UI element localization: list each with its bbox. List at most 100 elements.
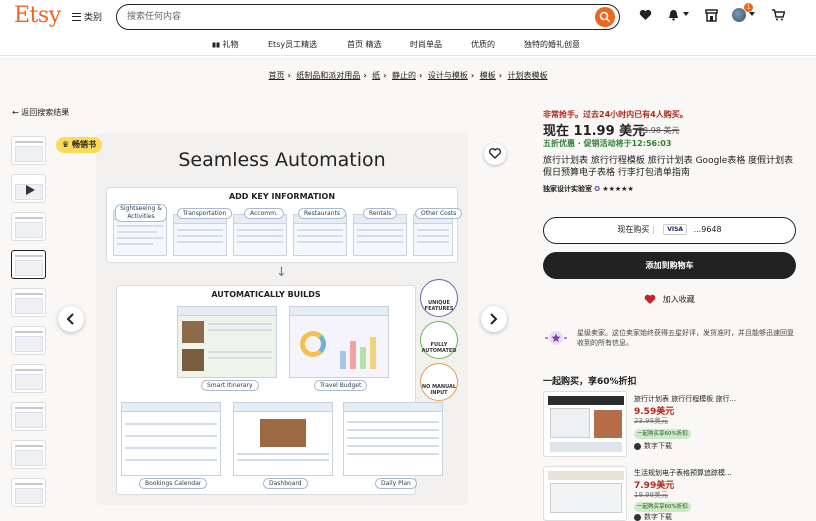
image-section-heading: AUTOMATICALLY BUILDS <box>211 290 321 299</box>
current-price: 现在 11.99 美元 <box>543 124 646 139</box>
original-price: 23.98 美元 <box>638 126 680 135</box>
buy-now-button[interactable]: 现在购买 | VISA ...9648 <box>543 217 796 244</box>
gallery-thumbnail[interactable] <box>11 364 46 393</box>
gallery-thumbnail[interactable] <box>11 478 46 507</box>
heart-icon <box>644 294 656 304</box>
chevron-down-icon <box>683 12 689 16</box>
image-label: Daily Plan <box>375 478 417 489</box>
bundle-item-title[interactable]: 旅行计划表 旅行行程模板 旅行... <box>634 394 794 404</box>
bundle-item-tag: 一起购买享60%折扣 <box>634 429 691 439</box>
breadcrumb-item[interactable]: 设计与模板 <box>428 71 468 80</box>
breadcrumb-item[interactable]: 首页 <box>268 71 284 80</box>
image-itinerary-preview <box>177 306 277 378</box>
image-label: Rentals <box>363 208 398 219</box>
star-seller-note: 星级卖家。这位卖家始终获得五星好评，发货准时，并且能够迅速回复收到的所有信息。 <box>577 329 794 347</box>
image-label: Dashboard <box>263 478 308 489</box>
nav-home-picks[interactable]: 首页 精选 <box>347 39 382 50</box>
gallery-thumbnail[interactable] <box>11 440 46 469</box>
nav-etsy-picks[interactable]: Etsy员工精选 <box>268 39 317 50</box>
image-panel-auto-builds: AUTOMATICALLY BUILDS Smart Itinerary Tra… <box>116 285 443 495</box>
nav-wedding[interactable]: 独特的婚礼创意 <box>524 39 580 50</box>
breadcrumb-item[interactable]: 计划表模板 <box>508 71 548 80</box>
image-label: Bookings Calendar <box>139 478 208 489</box>
feature-unique-badge: UNIQUE FEATURES <box>420 279 458 317</box>
nav-gifts[interactable]: 礼物 <box>212 39 239 50</box>
prev-image-button[interactable] <box>58 306 84 332</box>
etsy-logo[interactable]: Etsy <box>14 3 61 28</box>
header: Etsy 类别 1 <box>0 0 816 34</box>
chevron-right-icon <box>490 313 498 325</box>
bundle-item-tag: 一起购买享60%折扣 <box>634 502 691 512</box>
categories-button[interactable]: 类别 <box>72 10 102 23</box>
download-icon <box>634 442 641 450</box>
gallery-thumbnail[interactable] <box>11 212 46 241</box>
breadcrumb: 首页 › 纸制品和派对用品 › 纸 › 静止的 › 设计与模板 › 模板 › 计划表模板 <box>268 71 548 80</box>
shop-manager-icon[interactable] <box>705 9 718 22</box>
search-bar <box>116 4 620 30</box>
gallery-thumbnail[interactable] <box>11 136 46 165</box>
categories-label: 类别 <box>84 13 103 23</box>
image-label: Sightseeing & Activities <box>115 204 167 222</box>
shop-info: 独家设计实验室 ✪ ★★★★★ <box>543 184 634 194</box>
menu-icon <box>72 12 81 21</box>
rating-stars[interactable]: ★★★★★ <box>602 185 633 193</box>
chevron-left-icon <box>66 313 74 325</box>
next-image-button[interactable] <box>481 306 507 332</box>
back-to-results-link[interactable]: ← 返回搜索结果 <box>12 107 69 118</box>
notifications-bell-icon[interactable] <box>667 9 680 21</box>
breadcrumb-item[interactable]: 纸制品和派对用品 <box>296 71 360 80</box>
urgency-notice: 非常抢手。过去24小时内已有4人购买。 <box>543 110 688 119</box>
image-panel-key-info: ADD KEY INFORMATION Sightseeing & Activi… <box>106 187 463 263</box>
favorite-image-button[interactable] <box>484 143 506 165</box>
image-label: Travel Budget <box>314 380 368 391</box>
bestseller-badge: ♛ 畅销书 <box>56 137 102 153</box>
feature-automated-badge: FULLY AUTOMATED <box>420 321 458 359</box>
bundle-item-old-price: 23.98美元 <box>634 417 669 425</box>
bundle-item-type: 数字下载 <box>634 441 672 451</box>
feature-no-input-badge: NO MANUAL INPUT <box>420 363 458 401</box>
nav-premium[interactable]: 优质的 <box>471 39 495 50</box>
arrow-left-icon: ← <box>12 108 19 117</box>
down-arrow-icon: ↓ <box>276 265 287 280</box>
add-to-cart-button[interactable]: 添加到购物车 <box>543 252 796 279</box>
image-label: Other Costs <box>415 208 463 219</box>
image-minicard <box>233 214 287 256</box>
image-title: Seamless Automation <box>178 149 386 171</box>
image-dailyplan-preview <box>343 402 443 476</box>
bundle-heading: 一起购买，享60%折扣 <box>543 377 637 387</box>
image-label: Smart Itinerary <box>201 380 259 391</box>
image-minicard <box>173 214 227 256</box>
breadcrumb-item[interactable]: 纸 <box>372 71 380 80</box>
image-label: Restaurants <box>298 208 346 219</box>
gift-icon <box>212 42 220 48</box>
image-budget-preview <box>289 306 389 378</box>
gallery-thumbnail[interactable] <box>11 402 46 431</box>
breadcrumb-item[interactable]: 模板 <box>480 71 496 80</box>
cart-icon[interactable] <box>772 9 785 21</box>
category-nav: 礼物 Etsy员工精选 首页 精选 时尚单品 优质的 独特的婚礼创意 <box>0 34 816 56</box>
gallery-thumbnail[interactable] <box>11 288 46 317</box>
card-last-digits: ...9648 <box>693 225 722 234</box>
shop-name-link[interactable]: 独家设计实验室 <box>543 185 592 193</box>
image-label: Transportation <box>177 208 233 219</box>
bundle-item-image[interactable] <box>543 466 627 521</box>
heart-outline-icon <box>489 148 501 159</box>
bundle-item-image[interactable] <box>543 391 627 457</box>
nav-fashion[interactable]: 时尚单品 <box>410 39 442 50</box>
image-minicard <box>293 214 347 256</box>
breadcrumb-item[interactable]: 静止的 <box>392 71 416 80</box>
gallery-thumbnail-video[interactable] <box>11 174 46 203</box>
play-icon <box>26 185 35 195</box>
product-title: 旅行计划表 旅行行程模板 旅行计划表 Google表格 度假计划表 假日预算电子… <box>543 156 794 178</box>
bundle-item-title[interactable]: 生活规划电子表格预算追踪模... <box>634 468 794 478</box>
product-main-image[interactable]: Seamless Automation ADD KEY INFORMATION … <box>96 133 468 505</box>
sale-countdown: 五折优惠 · 促销活动将于12:56:03 <box>543 139 672 148</box>
bundle-item-type: 数字下载 <box>634 512 672 521</box>
search-button[interactable] <box>595 7 615 27</box>
gallery-thumbnail-active[interactable] <box>11 250 46 279</box>
favorites-heart-icon[interactable] <box>639 9 652 21</box>
add-to-favorites-button[interactable]: 加入收藏 <box>543 290 796 310</box>
search-input[interactable] <box>127 10 567 24</box>
star-seller-icon: ✪ <box>594 185 601 193</box>
gallery-thumbnail[interactable] <box>11 326 46 355</box>
